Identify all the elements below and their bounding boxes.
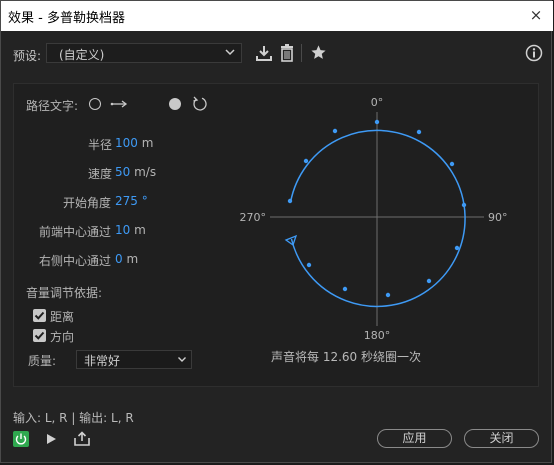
chevron-down-icon [178, 357, 186, 362]
volume-label: 音量调节依据: [26, 286, 103, 300]
close-window-button[interactable]: × [527, 6, 545, 24]
quality-value: 非常好 [84, 354, 121, 368]
path-start-arrow-icon [284, 234, 298, 247]
distance-label: 距离 [50, 310, 75, 324]
toolbar-divider [301, 44, 302, 62]
power-toggle-button[interactable] [13, 431, 29, 447]
doppler-path-diagram[interactable]: 0° 90° 180° 270° [236, 94, 516, 349]
right-center-label: 右侧中心通过 [39, 254, 112, 268]
right-center-value[interactable]: 0 m [115, 252, 138, 266]
effect-dialog: 效果 - 多普勒换档器 × 预设: (自定义) 路径文字: 半径 100 m 速… [0, 0, 553, 463]
straight-arrow-icon [110, 100, 128, 108]
power-icon [15, 433, 27, 445]
info-icon[interactable] [525, 44, 543, 62]
checkmark-icon [34, 331, 45, 340]
rotation-caption: 声音将每 12.60 秒绕圈一次 [271, 350, 421, 364]
quality-label: 质量: [28, 354, 57, 368]
preset-label: 预设: [13, 49, 42, 63]
chevron-down-icon [225, 49, 235, 56]
direction-checkbox[interactable] [33, 329, 46, 342]
speed-value[interactable]: 50 m/s [115, 165, 156, 179]
speed-label: 速度 [88, 167, 113, 181]
angle-label-180: 180° [364, 329, 391, 342]
distance-checkbox[interactable] [33, 309, 46, 322]
preset-value: (自定义) [59, 48, 105, 62]
angle-label-0: 0° [371, 96, 384, 109]
radius-label: 半径 [88, 138, 113, 152]
close-button[interactable]: 关闭 [464, 429, 539, 448]
io-text: 输入: L, R | 输出: L, R [13, 411, 134, 425]
start-angle-value[interactable]: 275 ° [115, 194, 148, 208]
preset-dropdown[interactable]: (自定义) [46, 43, 242, 63]
path-text-label: 路径文字: [26, 99, 79, 113]
delete-preset-icon[interactable] [279, 44, 295, 62]
favorite-star-icon[interactable] [310, 44, 327, 61]
start-angle-label: 开始角度 [63, 196, 112, 210]
rotate-arrow-icon [193, 96, 207, 111]
angle-label-270: 270° [240, 211, 267, 224]
path-mode-radio-line[interactable] [89, 98, 101, 110]
save-preset-icon[interactable] [255, 44, 273, 62]
checkmark-icon [34, 311, 45, 320]
effect-settings-panel: 路径文字: 半径 100 m 速度 50 m/s 开始角度 275 ° 前端中心… [13, 83, 539, 387]
quality-dropdown[interactable]: 非常好 [76, 350, 192, 369]
preset-row: 预设: (自定义) [1, 41, 553, 67]
title-bar: 效果 - 多普勒换档器 × [1, 1, 553, 31]
play-icon[interactable] [45, 433, 57, 445]
angle-label-90: 90° [488, 211, 508, 224]
direction-label: 方向 [50, 330, 75, 344]
window-title: 效果 - 多普勒换档器 [8, 11, 125, 26]
front-center-value[interactable]: 10 m [115, 223, 146, 237]
path-mode-radio-circle[interactable] [169, 98, 181, 110]
front-center-label: 前端中心通过 [39, 225, 112, 239]
radius-value[interactable]: 100 m [115, 136, 153, 150]
export-icon[interactable] [73, 431, 91, 447]
apply-button[interactable]: 应用 [377, 429, 452, 448]
circular-path [289, 129, 466, 308]
